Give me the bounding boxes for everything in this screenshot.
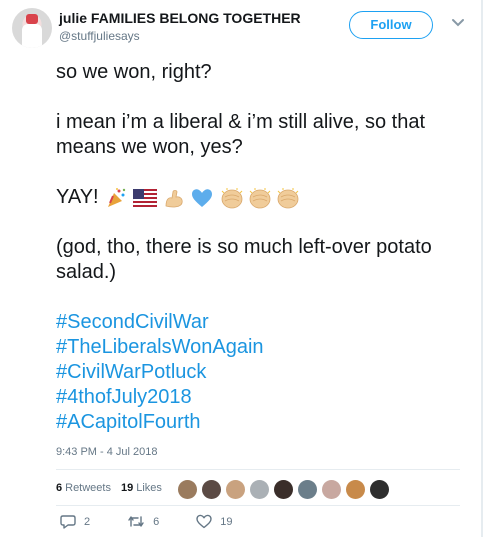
hashtag-link[interactable]: #CivilWarPotluck — [56, 360, 456, 385]
hashtag-link[interactable]: #TheLiberalsWonAgain — [56, 335, 456, 360]
tweet-text: so we won, right? i mean i’m a liberal &… — [56, 60, 456, 435]
blue-heart-icon — [191, 188, 212, 207]
tweet-stats: 6 Retweets 19 Likes — [56, 478, 172, 498]
tweet-line-4: (god, tho, there is so much left-over po… — [56, 236, 432, 283]
party-popper-icon — [107, 187, 125, 207]
us-flag-icon — [132, 188, 157, 207]
tweet-line-1: so we won, right? — [56, 61, 212, 83]
like-count: 19 — [220, 515, 233, 528]
liker-avatar[interactable] — [226, 480, 245, 499]
reply-icon — [60, 515, 76, 529]
liker-avatar[interactable] — [370, 480, 389, 499]
yay-line: YAY! — [56, 185, 456, 210]
tweet-line-2: i mean i’m a liberal & i’m still alive, … — [56, 111, 426, 158]
liker-avatar[interactable] — [322, 480, 341, 499]
tweet-header: julie FAMILIES BELONG TOGETHER @stuffjul… — [12, 8, 472, 50]
retweet-action[interactable]: 6 — [127, 514, 159, 529]
tweet-timestamp[interactable]: 9:43 PM - 4 Jul 2018 — [56, 446, 158, 458]
hashtag-link[interactable]: #SecondCivilWar — [56, 310, 456, 335]
tweet-actions: 2 6 19 — [60, 514, 270, 529]
retweet-count: 6 — [153, 515, 160, 528]
avatar[interactable] — [12, 8, 52, 48]
clapping-hands-icon — [249, 187, 271, 208]
liker-avatar[interactable] — [274, 480, 293, 499]
chevron-down-icon[interactable] — [451, 18, 465, 28]
liker-avatar[interactable] — [298, 480, 317, 499]
yay-text: YAY! — [56, 186, 99, 208]
liker-avatar[interactable] — [250, 480, 269, 499]
reply-action[interactable]: 2 — [60, 514, 90, 529]
liker-avatar[interactable] — [202, 480, 221, 499]
divider-top — [56, 469, 460, 470]
likes-stat[interactable]: 19 Likes — [121, 482, 162, 494]
retweets-stat[interactable]: 6 Retweets — [56, 482, 111, 494]
heart-icon — [196, 514, 212, 529]
hashtag-link[interactable]: #ACapitolFourth — [56, 410, 456, 435]
author-name[interactable]: julie FAMILIES BELONG TOGETHER — [59, 10, 301, 26]
clapping-hands-icon — [221, 187, 243, 208]
liker-avatar[interactable] — [178, 480, 197, 499]
flexed-bicep-icon — [165, 189, 183, 207]
clapping-hands-icon — [277, 187, 299, 208]
retweet-icon — [128, 516, 144, 527]
hashtag-link[interactable]: #4thofJuly2018 — [56, 385, 456, 410]
liker-avatar[interactable] — [346, 480, 365, 499]
follow-button[interactable]: Follow — [349, 11, 433, 39]
like-action[interactable]: 19 — [196, 514, 233, 529]
author-handle[interactable]: @stuffjuliesays — [59, 29, 140, 43]
likers-avatars — [178, 480, 394, 499]
divider-bottom — [56, 505, 460, 506]
reply-count: 2 — [84, 515, 91, 528]
